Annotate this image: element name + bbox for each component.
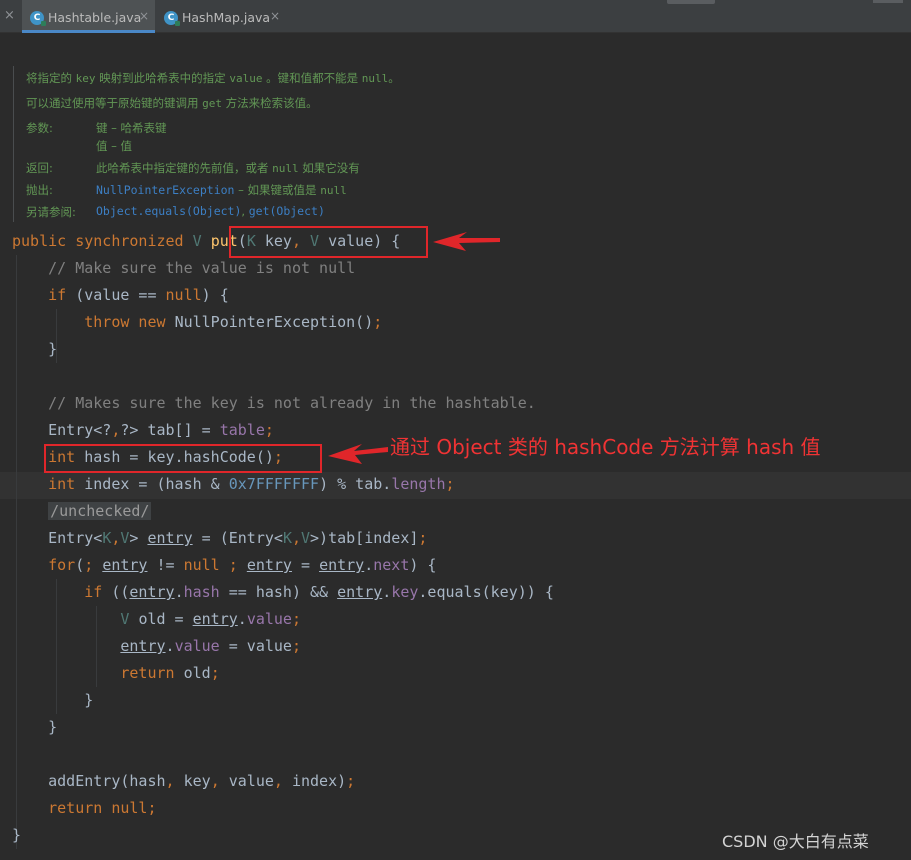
close-icon[interactable]: × (139, 9, 149, 23)
link-object-equals[interactable]: Object.equals(Object) (96, 204, 241, 218)
java-class-icon: C (30, 11, 46, 26)
code-line: Entry<?,?> tab[] = table; (12, 421, 274, 439)
annotation-text: 通过 Object 类的 hashCode 方法计算 hash 值 (390, 435, 821, 459)
code-line: // Make sure the value is not null (48, 259, 356, 277)
tab-hashmap-java[interactable]: C HashMap.java × (157, 0, 285, 33)
doc-param-value: 值 – 值 (96, 139, 133, 153)
close-icon[interactable]: × (270, 9, 280, 23)
highlight-box-put (229, 226, 428, 258)
doc-params-label: 参数: (26, 121, 53, 135)
code-line: int index = (hash & 0x7FFFFFFF) % tab.le… (48, 475, 455, 493)
code-line: throw new NullPointerException(); (84, 313, 383, 331)
doc-description-1: 将指定的 key 映射到此哈希表中的指定 value 。键和值都不能是 null… (26, 71, 400, 85)
doc-throws-text: NullPointerException – 如果键或值是 null (96, 183, 347, 197)
doc-return-label: 返回: (26, 161, 53, 175)
highlight-box-hashcode (44, 444, 322, 473)
code-line: for(; entry != null ; entry = entry.next… (48, 556, 437, 574)
javadoc-panel: 将指定的 key 映射到此哈希表中的指定 value 。键和值都不能是 null… (13, 66, 714, 222)
code-line: V old = entry.value; (120, 610, 301, 628)
code-line: /unchecked/ (48, 502, 152, 520)
code-line: Entry<K,V> entry = (Entry<K,V>)tab[index… (12, 529, 428, 547)
arrow-to-hashcode (328, 444, 388, 464)
watermark: CSDN @大白有点菜 (722, 832, 869, 851)
doc-param-key: 键 – 哈希表键 (96, 121, 167, 135)
doc-throws-label: 抛出: (26, 183, 53, 197)
doc-description-2: 可以通过使用等于原始键的键调用 get 方法来检索该值。 (26, 96, 318, 110)
code-line: if ((entry.hash == hash) && entry.key.eq… (84, 583, 554, 601)
scroll-indicator (873, 0, 903, 3)
tab-label: Hashtable.java (48, 10, 142, 25)
code-line: } (12, 718, 58, 736)
arrow-to-put (433, 232, 500, 251)
doc-see-links: Object.equals(Object), get(Object) (96, 204, 325, 218)
scroll-indicator (667, 0, 715, 4)
tab-label: HashMap.java (182, 10, 271, 25)
close-icon[interactable]: × (4, 8, 15, 23)
editor-tab-bar: × C Hashtable.java × C HashMap.java × (0, 0, 911, 33)
code-line: addEntry(hash, key, value, index); (12, 772, 356, 790)
java-class-icon: C (164, 11, 180, 26)
code-line: } (12, 340, 58, 358)
code-line: } (12, 826, 22, 844)
link-nullpointerexception[interactable]: NullPointerException (96, 183, 234, 197)
code-line: if (value == null) { (48, 286, 229, 304)
doc-see-label: 另请参阅: (26, 205, 76, 219)
code-line: // Makes sure the key is not already in … (48, 394, 536, 412)
doc-return-text: 此哈希表中指定键的先前值，或者 null 如果它没有 (96, 161, 360, 175)
code-line: } (12, 691, 94, 709)
link-get-object[interactable]: get(Object) (249, 204, 325, 218)
code-line: return null; (48, 799, 157, 817)
code-line: return old; (120, 664, 220, 682)
tab-hashtable-java[interactable]: C Hashtable.java × (22, 0, 155, 33)
code-line: entry.value = value; (120, 637, 301, 655)
